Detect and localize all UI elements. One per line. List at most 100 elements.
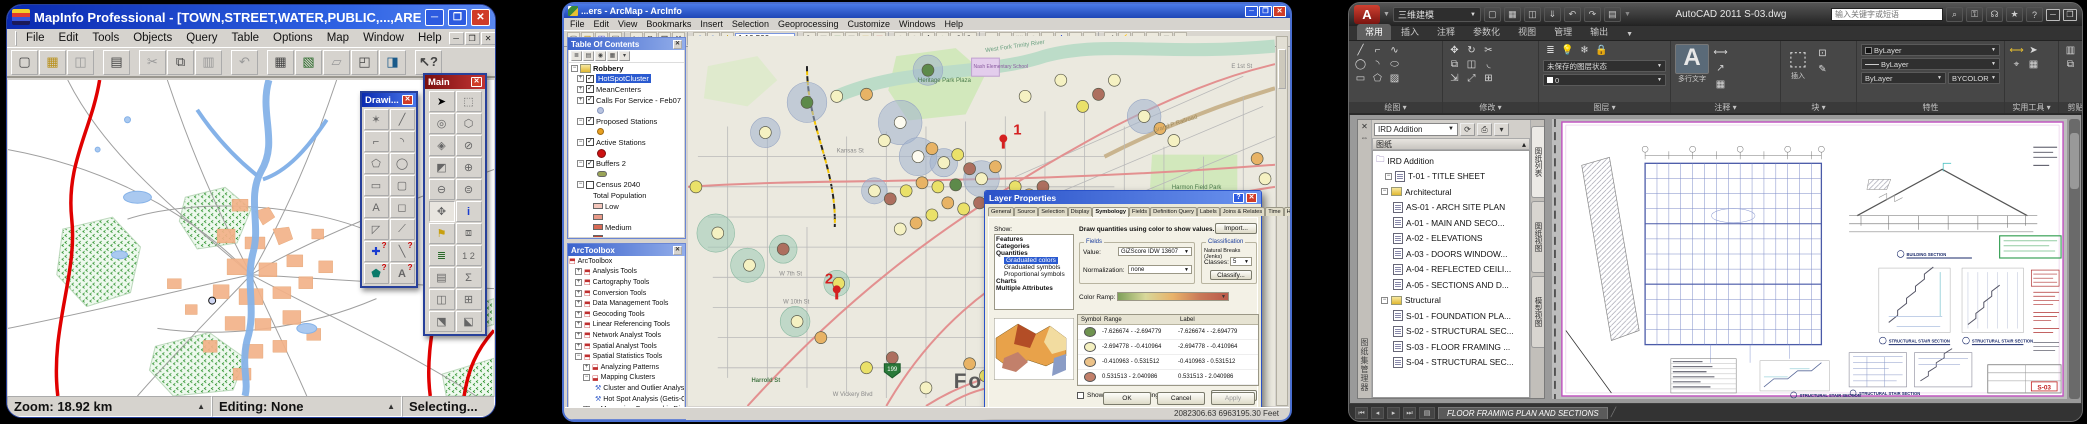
class-row[interactable]: -2.694778 - -0.410964-2.694778 - -0.4109… xyxy=(1078,340,1258,355)
tab-general[interactable]: General xyxy=(988,207,1014,216)
polygon-select-icon[interactable]: ⬡ xyxy=(456,113,482,134)
tab-sheet-list[interactable]: 图纸列表 xyxy=(1531,126,1544,198)
toolbox-row[interactable]: +⬒Data Management Tools xyxy=(569,298,684,309)
new-mapper-icon[interactable]: ▧ xyxy=(295,50,322,75)
array-icon[interactable]: ⊞ xyxy=(1481,72,1496,85)
reshape-tool-icon[interactable]: ◸ xyxy=(364,219,389,240)
tab-time[interactable]: Time xyxy=(1265,207,1283,216)
toc-layer-row[interactable]: −✓Active Stations xyxy=(569,137,684,148)
clip-region-off-icon[interactable]: ⬕ xyxy=(456,311,482,332)
minimize-button[interactable]: ─ xyxy=(1245,6,1258,17)
toolbox-row[interactable]: +⬒Conversion Tools xyxy=(569,288,684,299)
tree-sheet-row[interactable]: A-04 - REFLECTED CEILI... xyxy=(1373,262,1529,278)
rectangle-icon[interactable]: ▭ xyxy=(1353,72,1368,85)
clip-region-icon[interactable]: ⬔ xyxy=(429,311,455,332)
qat-customize-icon[interactable]: ▼ xyxy=(1624,11,1631,18)
mapinfo-map-canvas[interactable]: Drawi... ✕ ✶╱ ⌐◝ ⬠◯ ▭▢ A◻ ◸⟋ ✚?╲? ⬟?A? M… xyxy=(8,80,494,396)
autocad-titlebar[interactable]: A ▼ 三维建模▼ ▢ ▦ ◫ ⇓ ↶ ↷ ▤ ▼ AutoCAD 2011 S… xyxy=(1349,3,2082,26)
menu-file[interactable]: File xyxy=(19,31,52,45)
invert-selection-icon[interactable]: ◩ xyxy=(429,157,455,178)
layer-state-combo[interactable]: 未保存的图层状态▼ xyxy=(1543,60,1666,72)
toolbox-row[interactable]: +⬒Linear Referencing Tools xyxy=(569,320,684,331)
tab-symbology[interactable]: Symbology xyxy=(1092,207,1129,217)
favorites-icon[interactable]: ★ xyxy=(2006,7,2023,22)
close-button[interactable]: ✕ xyxy=(1273,6,1286,17)
mirror-icon[interactable]: ◫ xyxy=(1464,58,1479,71)
linetype-combo[interactable]: ByLayer▼ xyxy=(1861,58,2000,70)
scrollbar-thumb[interactable] xyxy=(2070,133,2079,189)
select-tool-icon[interactable]: ➤ xyxy=(429,91,455,112)
close-icon[interactable]: ✕ xyxy=(1246,193,1257,203)
legend-icon[interactable]: ▤ xyxy=(429,267,455,288)
new-icon[interactable]: ▢ xyxy=(1484,7,1501,22)
mdi-restore-button[interactable]: ❐ xyxy=(465,32,480,45)
help-icon[interactable]: ? xyxy=(1233,193,1244,203)
maximize-button[interactable]: ❐ xyxy=(1259,6,1272,17)
plot-icon[interactable]: ▤ xyxy=(1604,7,1621,22)
ok-button[interactable]: OK xyxy=(1103,392,1151,405)
layer-freeze-icon[interactable]: ❄ xyxy=(1577,44,1592,57)
map-vertical-scrollbar[interactable] xyxy=(1276,36,1288,406)
toc-dataframe-row[interactable]: −Robbery xyxy=(569,63,684,74)
menu-window[interactable]: Window xyxy=(356,31,411,45)
tab-source[interactable]: Source xyxy=(1014,207,1038,216)
list-by-source-icon[interactable]: ▤ xyxy=(583,51,594,61)
zoom-out-icon[interactable]: ⊖ xyxy=(429,179,455,200)
autohide-icon[interactable]: ⇔ xyxy=(1361,133,1369,142)
class-row[interactable]: -7.626674 - -2.694779-7.626674 - -2.6947… xyxy=(1078,325,1258,340)
symbol-tool-icon[interactable]: ✶ xyxy=(364,109,389,130)
copy-icon[interactable]: ⧉ xyxy=(167,50,194,75)
options-icon[interactable]: ▾ xyxy=(619,51,630,61)
show-item-multiple-attributes[interactable]: Multiple Attributes xyxy=(996,285,1072,292)
dimension-icon[interactable]: ⟷ xyxy=(1713,46,1728,59)
dialog-titlebar[interactable]: Layer Properties ? ✕ xyxy=(985,191,1261,204)
tab-selection[interactable]: Selection xyxy=(1038,207,1067,216)
create-block-icon[interactable]: ⊡ xyxy=(1815,47,1830,60)
import-button[interactable]: Import... xyxy=(1215,223,1257,234)
maximize-button[interactable]: ❐ xyxy=(2063,9,2077,21)
toolbox-row[interactable]: +⬓Analyzing Patterns xyxy=(569,362,684,373)
normalization-combo[interactable]: none▼ xyxy=(1128,265,1192,274)
show-item-quantities[interactable]: Quantities xyxy=(996,250,1072,257)
close-icon[interactable]: ✕ xyxy=(673,40,682,49)
tree-subset-row[interactable]: −Architectural xyxy=(1373,184,1529,200)
circle-icon[interactable]: ◯ xyxy=(1353,58,1368,71)
tree-subset-row[interactable]: −Structural xyxy=(1373,293,1529,309)
tab-output[interactable]: 输出 xyxy=(1582,24,1616,40)
layout-list-icon[interactable]: ▤ xyxy=(1419,407,1435,419)
active-layout-tab[interactable]: FLOOR FRAMING PLAN AND SECTIONS xyxy=(1438,407,1608,419)
toolbox-tool-row[interactable]: ⚒Cluster and Outlier Analysis (Anselin..… xyxy=(569,383,684,394)
layer-combo[interactable]: 0▼ xyxy=(1543,74,1666,86)
mdi-minimize-button[interactable]: ─ xyxy=(449,32,464,45)
open-icon[interactable]: ▦ xyxy=(1504,7,1521,22)
menu-file[interactable]: File xyxy=(570,19,585,29)
grabber-tool-icon[interactable]: ✥ xyxy=(429,201,455,222)
menu-table[interactable]: Table xyxy=(225,31,267,45)
menu-selection[interactable]: Selection xyxy=(732,19,769,29)
tab-joins-relates[interactable]: Joins & Relates xyxy=(1220,207,1266,216)
collapse-icon[interactable]: ▴ xyxy=(1522,140,1526,149)
close-button[interactable]: ✕ xyxy=(471,9,490,26)
list-by-drawing-order-icon[interactable]: ≣ xyxy=(571,51,582,61)
move-icon[interactable]: ✥ xyxy=(1447,44,1462,57)
exchange-icon[interactable]: ⚿ xyxy=(1966,7,1983,22)
boundary-select-icon[interactable]: ◈ xyxy=(429,135,455,156)
show-item-proportional-symbols[interactable]: Proportional symbols xyxy=(996,271,1072,278)
toc-layer-row[interactable]: +✓Calls For Service - Feb07 xyxy=(569,95,684,106)
tree-root-row[interactable]: 🗀IRD Addition xyxy=(1373,153,1529,169)
drawing-toolbar[interactable]: Drawi... ✕ ✶╱ ⌐◝ ⬠◯ ▭▢ A◻ ◸⟋ ✚?╲? ⬟?A? xyxy=(360,91,418,288)
marquee-select-icon[interactable]: ⬚ xyxy=(456,91,482,112)
lineweight-combo[interactable]: ByLayer▼ xyxy=(1861,72,1946,84)
show-item-graduated-colors[interactable]: Graduated colors xyxy=(1004,257,1058,264)
copy-icon[interactable]: ⧉ xyxy=(1447,58,1462,71)
menu-windows[interactable]: Windows xyxy=(899,19,936,29)
unselect-all-icon[interactable]: ⊘ xyxy=(456,135,482,156)
classify-button[interactable]: Classify... xyxy=(1210,270,1252,280)
mdi-close-button[interactable]: ✕ xyxy=(481,32,496,45)
menu-insert[interactable]: Insert xyxy=(700,19,723,29)
main-toolbar[interactable]: Main ✕ ➤⬚ ◎⬡ ◈⊘ ◩ ⊕⊖ ⊜✥ i⚑ ⧈ ≣1 2 ▤Σ ◫⊞ … xyxy=(423,73,487,336)
tree-sheet-row[interactable]: AS-01 - ARCH SITE PLAN xyxy=(1373,200,1529,216)
menu-help[interactable]: Help xyxy=(411,31,449,45)
toc-layer-row[interactable]: −✓Buffers 2 xyxy=(569,158,684,169)
clipboard-panel-label[interactable]: 剪贴板 xyxy=(2059,102,2083,113)
